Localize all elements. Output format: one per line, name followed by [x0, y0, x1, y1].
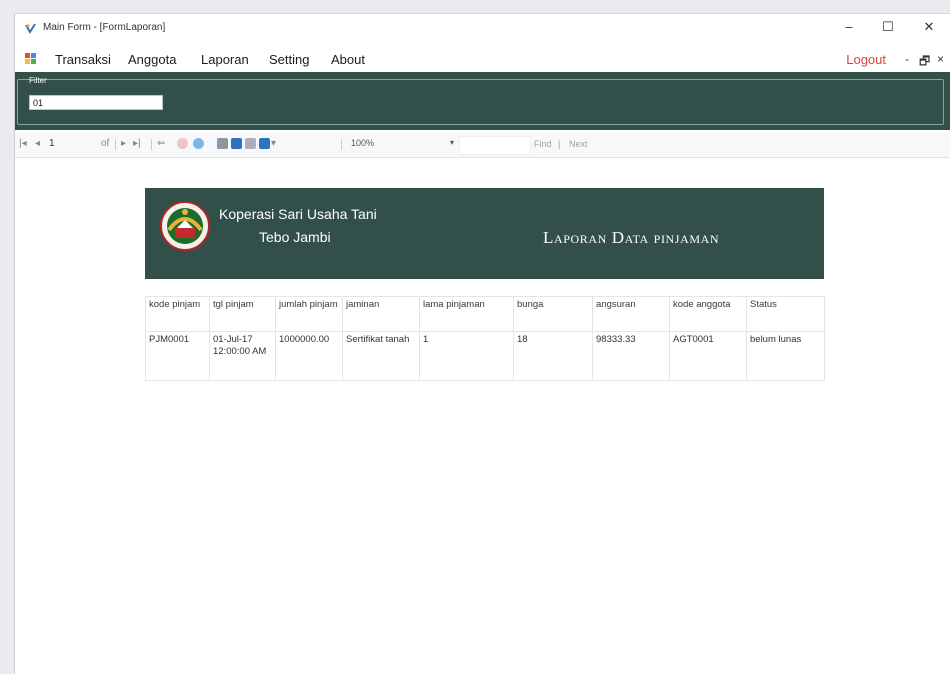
find-input[interactable]: [459, 136, 531, 155]
cell-kode-pinjam: PJM0001: [145, 331, 210, 381]
report-title: Laporan Data pinjaman: [543, 228, 720, 247]
find-separator: |: [558, 139, 561, 149]
print-layout-icon[interactable]: [231, 138, 242, 149]
first-page-icon[interactable]: |◂: [19, 137, 27, 151]
koperasi-logo: [160, 201, 210, 251]
cell-jaminan: Sertifikat tanah: [342, 331, 420, 381]
toolbar-separator: [341, 139, 342, 150]
filter-label: Filter: [29, 76, 47, 85]
page-of-label: of: [101, 138, 110, 149]
prev-page-icon[interactable]: ◂: [35, 137, 40, 151]
mdi-restore-button[interactable]: 🗗: [919, 52, 930, 73]
menu-laporan[interactable]: Laporan: [201, 52, 249, 67]
cell-status: belum lunas: [746, 331, 825, 381]
close-button[interactable]: ✕: [918, 18, 940, 36]
cell-bunga: 18: [513, 331, 593, 381]
mdi-close-button[interactable]: ×: [937, 52, 944, 66]
mdi-minimize-button[interactable]: -: [905, 52, 909, 66]
menu-transaksi[interactable]: Transaksi: [55, 52, 111, 67]
minimize-button[interactable]: –: [838, 18, 860, 36]
cell-lama-pinjaman: 1: [419, 331, 514, 381]
mdi-child-icon: [25, 53, 36, 64]
cell-jumlah-pinjam: 1000000.00: [275, 331, 343, 381]
report-toolbar: |◂ ◂ 1 of ▸ ▸| ⇐ ▾ 100% ▾ Find | Next: [15, 133, 950, 158]
col-lama-pinjaman: lama pinjaman: [419, 296, 514, 332]
zoom-select[interactable]: 100% ▾: [351, 138, 454, 152]
print-icon[interactable]: [217, 138, 228, 149]
zoom-value: 100%: [351, 138, 375, 148]
export-icon[interactable]: [259, 138, 270, 149]
export-dropdown-icon[interactable]: ▾: [271, 137, 276, 151]
next-page-icon[interactable]: ▸: [121, 137, 126, 151]
menu-about[interactable]: About: [331, 52, 365, 67]
col-bunga: bunga: [513, 296, 593, 332]
loan-table: kode pinjam tgl pinjam jumlah pinjam jam…: [145, 296, 825, 381]
report-header: Koperasi Sari Usaha Tani Tebo Jambi Lapo…: [145, 188, 824, 279]
next-link[interactable]: Next: [569, 139, 588, 149]
col-tgl-pinjam: tgl pinjam: [209, 296, 276, 332]
refresh-icon[interactable]: [193, 138, 204, 149]
chevron-down-icon: ▾: [449, 138, 454, 147]
main-window: Main Form - [FormLaporan] – ☐ ✕ Transaks…: [14, 13, 950, 674]
col-angsuran: angsuran: [592, 296, 670, 332]
col-jumlah-pinjam: jumlah pinjam: [275, 296, 343, 332]
find-link[interactable]: Find: [534, 139, 552, 149]
toolbar-separator: [151, 139, 152, 150]
back-icon[interactable]: ⇐: [157, 137, 165, 151]
table-header-row: kode pinjam tgl pinjam jumlah pinjam jam…: [145, 296, 825, 332]
toolbar-separator: [115, 139, 116, 150]
menu-setting[interactable]: Setting: [269, 52, 309, 67]
window-title: Main Form - [FormLaporan]: [43, 22, 166, 33]
stop-icon[interactable]: [177, 138, 188, 149]
col-jaminan: jaminan: [342, 296, 420, 332]
cell-kode-anggota: AGT0001: [669, 331, 747, 381]
cell-angsuran: 98333.33: [592, 331, 670, 381]
filter-input[interactable]: [29, 95, 163, 110]
last-page-icon[interactable]: ▸|: [133, 137, 141, 151]
table-row: PJM0001 01-Jul-17 12:00:00 AM 1000000.00…: [145, 331, 825, 381]
col-status: Status: [746, 296, 825, 332]
page-setup-icon[interactable]: [245, 138, 256, 149]
menu-anggota[interactable]: Anggota: [128, 52, 176, 67]
cell-tgl-pinjam: 01-Jul-17 12:00:00 AM: [209, 331, 276, 381]
title-bar: Main Form - [FormLaporan] – ☐ ✕: [15, 14, 950, 42]
menu-bar: Transaksi Anggota Laporan Setting About …: [15, 49, 950, 71]
logout-link[interactable]: Logout: [846, 52, 886, 67]
col-kode-anggota: kode anggota: [669, 296, 747, 332]
organization-name: Koperasi Sari Usaha Tani: [219, 206, 377, 222]
page-number[interactable]: 1: [49, 137, 55, 151]
col-kode-pinjam: kode pinjam: [145, 296, 210, 332]
organization-location: Tebo Jambi: [259, 229, 331, 245]
maximize-button[interactable]: ☐: [877, 18, 899, 36]
app-icon: [25, 23, 36, 34]
